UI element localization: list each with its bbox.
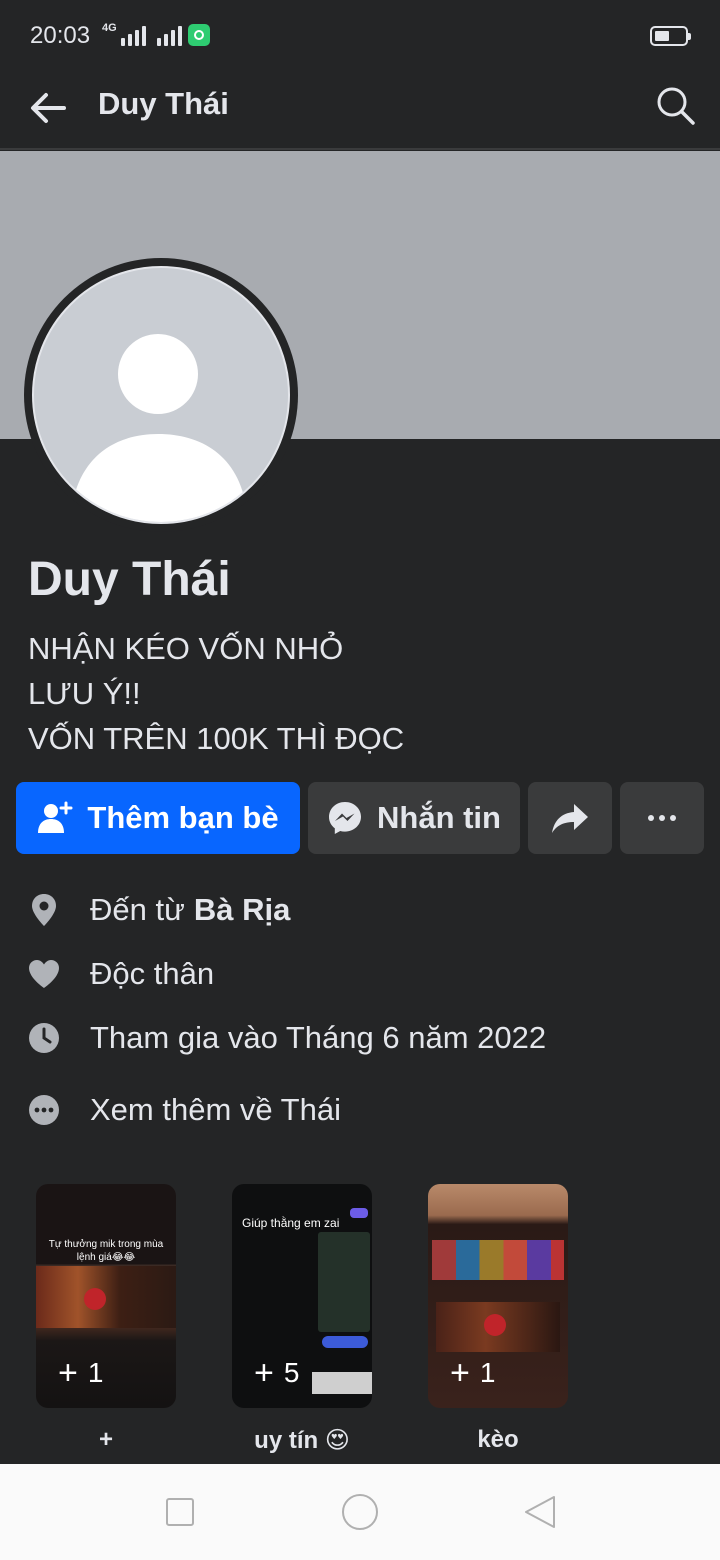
highlight-item[interactable]: Giúp thằng em zai + 5 uy tín 😍 xyxy=(232,1184,372,1455)
app-notification-icon xyxy=(188,24,210,46)
see-more-about-row[interactable]: Xem thêm về Thái xyxy=(26,1078,706,1142)
message-label: Nhắn tin xyxy=(377,800,501,835)
message-button[interactable]: Nhắn tin xyxy=(308,782,520,854)
location-pin-icon xyxy=(26,892,62,928)
profile-bio: NHẬN KÉO VỐN NHỎ LƯU Ý!! VỐN TRÊN 100K T… xyxy=(28,626,404,761)
arrow-left-icon xyxy=(31,93,66,123)
add-friend-icon xyxy=(38,801,73,833)
messenger-icon xyxy=(329,802,361,834)
highlight-thumbnail[interactable]: Giúp thằng em zai + 5 xyxy=(232,1184,372,1408)
highlight-label: uy tín 😍 xyxy=(254,1427,350,1454)
highlight-thumbnail[interactable]: Tự thưởng mik trong mùa lệnh giá😂😂 + 1 xyxy=(36,1184,176,1408)
highlight-item[interactable]: + 1 kèo xyxy=(428,1184,568,1455)
bio-line: VỐN TRÊN 100K THÌ ĐỌC xyxy=(28,721,405,756)
default-user-icon xyxy=(70,334,248,522)
highlight-caption: Giúp thằng em zai xyxy=(242,1216,340,1230)
plus-icon: + xyxy=(254,1354,274,1392)
highlight-item[interactable]: Tự thưởng mik trong mùa lệnh giá😂😂 + 1 + xyxy=(36,1184,176,1455)
highlight-caption: Tự thưởng mik trong mùa lệnh giá😂😂 xyxy=(48,1239,164,1263)
highlight-count: + 1 xyxy=(450,1354,496,1392)
profile-picture[interactable] xyxy=(24,258,298,532)
recent-apps-button[interactable] xyxy=(166,1498,194,1526)
top-app-bar: Duy Thái xyxy=(0,72,720,150)
heart-icon xyxy=(26,956,62,992)
signal-icon: 4G xyxy=(102,20,182,46)
joined-row: Tham gia vào Tháng 6 năm 2022 xyxy=(26,1006,706,1070)
page-title: Duy Thái xyxy=(98,86,229,121)
share-icon xyxy=(552,804,588,833)
profile-name: Duy Thái xyxy=(28,553,231,606)
hometown-row: Đến từ Bà Rịa xyxy=(26,878,706,942)
system-nav-bar xyxy=(0,1464,720,1560)
profile-actions: Thêm bạn bè Nhắn tin xyxy=(16,782,704,854)
share-button[interactable] xyxy=(528,782,612,854)
back-button[interactable] xyxy=(24,84,72,132)
status-bar: 20:03 4G xyxy=(0,0,720,72)
plus-icon: + xyxy=(450,1354,470,1392)
highlight-thumbnail[interactable]: + 1 xyxy=(428,1184,568,1408)
highlight-label: + xyxy=(98,1426,113,1453)
profile-details: Đến từ Bà Rịa Độc thân Tham gia vào Thán… xyxy=(26,878,706,1142)
highlight-label: kèo xyxy=(477,1426,519,1453)
hometown-prefix: Đến từ xyxy=(90,892,185,927)
hometown-place[interactable]: Bà Rịa xyxy=(194,892,290,928)
more-options-button[interactable] xyxy=(620,782,704,854)
clock-icon xyxy=(26,1020,62,1056)
bio-line: NHẬN KÉO VỐN NHỎ xyxy=(28,631,344,666)
see-more-about-label: Xem thêm về Thái xyxy=(90,1092,341,1127)
relationship-row: Độc thân xyxy=(26,942,706,1006)
add-friend-button[interactable]: Thêm bạn bè xyxy=(16,782,300,854)
avatar xyxy=(32,266,290,524)
add-friend-label: Thêm bạn bè xyxy=(87,800,279,835)
highlight-count: + 5 xyxy=(254,1354,300,1392)
joined-date: Tham gia vào Tháng 6 năm 2022 xyxy=(90,1020,547,1055)
status-time: 20:03 xyxy=(30,22,91,49)
ellipsis-circle-icon xyxy=(26,1092,62,1128)
highlight-count: + 1 xyxy=(58,1354,104,1392)
search-button[interactable] xyxy=(650,80,702,132)
more-icon xyxy=(648,815,676,821)
search-icon xyxy=(657,87,695,125)
nav-back-icon[interactable] xyxy=(522,1494,558,1530)
bio-line: LƯU Ý!! xyxy=(28,676,141,711)
featured-highlights: Tự thưởng mik trong mùa lệnh giá😂😂 + 1 +… xyxy=(36,1184,568,1455)
home-button[interactable] xyxy=(342,1494,378,1530)
battery-icon xyxy=(650,26,691,46)
plus-icon: + xyxy=(58,1354,78,1392)
relationship-status: Độc thân xyxy=(90,956,215,991)
network-type: 4G xyxy=(102,22,117,34)
